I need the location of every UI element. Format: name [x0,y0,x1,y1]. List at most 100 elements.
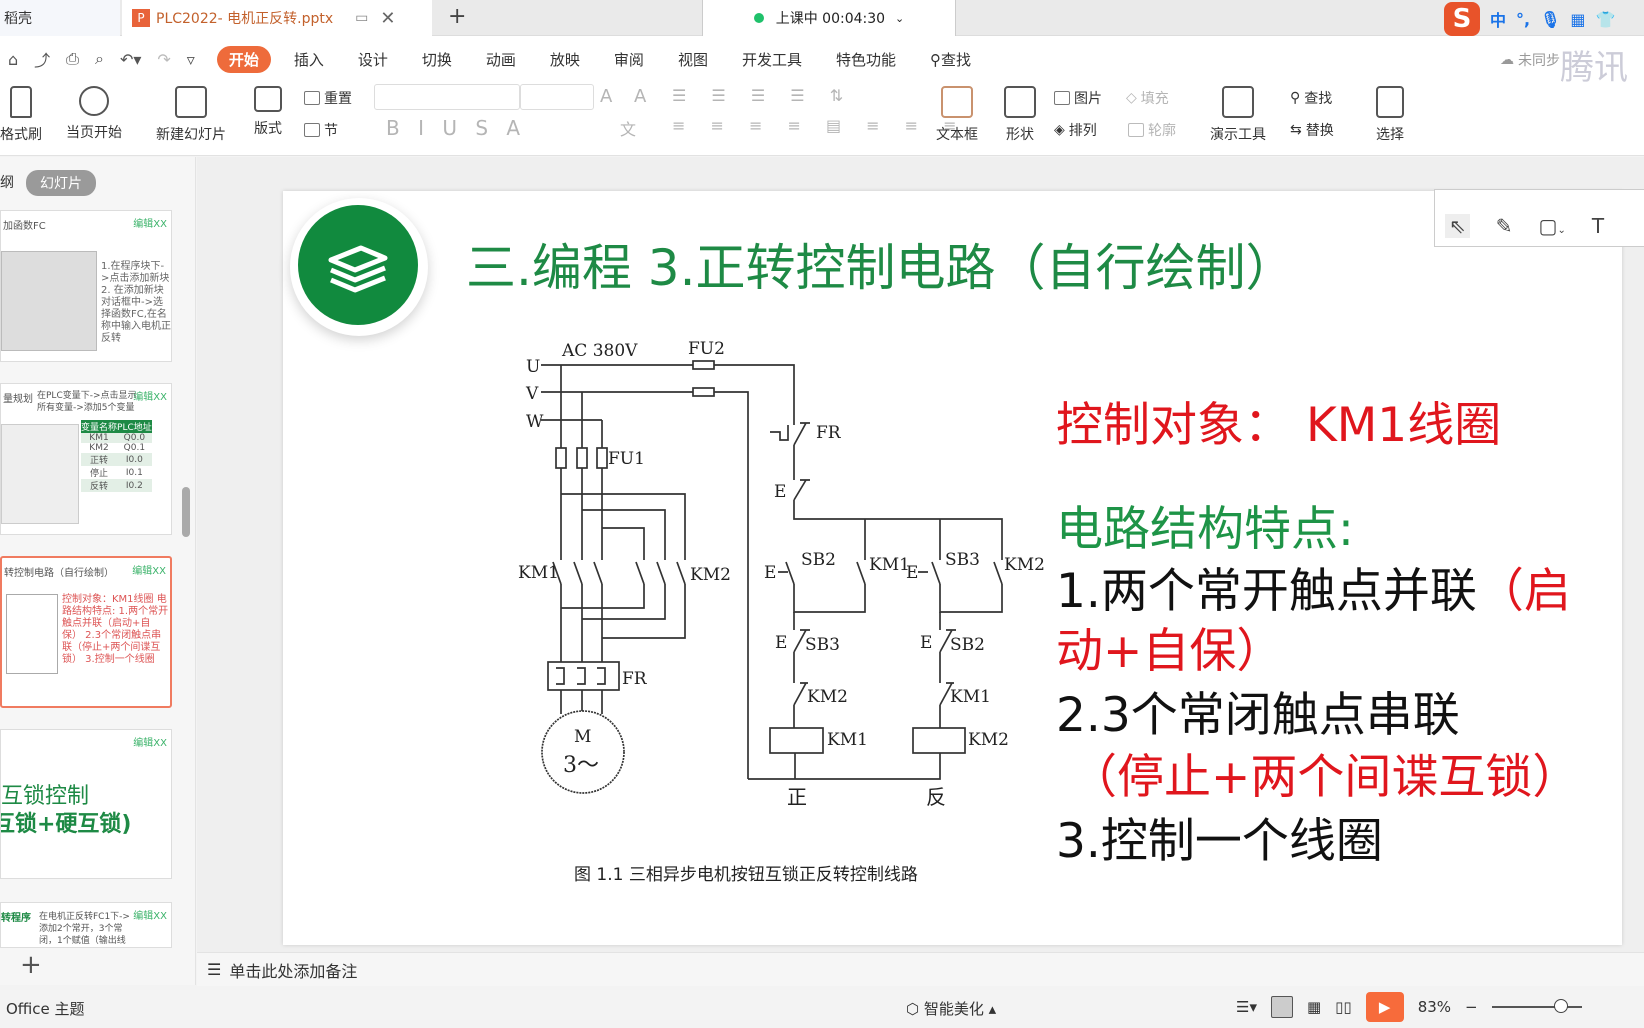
add-slide-button[interactable]: + [20,950,42,980]
tab-label: PLC2022- 电机正反转.pptx [156,11,334,27]
new-tab-button[interactable]: + [448,4,466,29]
features-heading[interactable]: 电路结构特点: [1056,500,1354,560]
thumb-body: 1.在程序块下->点击添加新块 2. 在添加新块对话框中->选择函数FC,在名称… [101,261,171,344]
find-button[interactable]: ⚲ 查找 [1290,88,1332,108]
slide-sorter-icon[interactable]: ▦ [1307,998,1321,1016]
slide-title[interactable]: 三.编程 3.正转控制电路（自行绘制） [466,228,1296,300]
shape-button[interactable]: 形状 [1004,86,1036,144]
menu-transition[interactable]: 切换 [422,49,452,70]
slide-thumbnail-1[interactable]: 编辑XX 加函数FC 1.在程序块下->点击添加新块 2. 在添加新块对话框中-… [0,210,172,362]
feature-1[interactable]: 1.两个常开触点并联（启 [1056,562,1571,622]
export-icon[interactable]: ⤴ [34,47,50,71]
format-painter-button[interactable]: 格式刷 [0,86,42,144]
save-icon[interactable]: ⌂ [8,50,18,69]
font-size-select[interactable] [520,84,594,110]
section-button[interactable]: 节 [304,120,338,140]
search-icon: ⚲ [1290,90,1301,106]
zoom-level[interactable]: 83% [1418,998,1451,1016]
thumb-body: 在PLC变量下->点击显示所有变量->添加5个变量 [37,391,137,413]
layout-button[interactable]: 版式 [254,86,282,138]
textbox-button[interactable]: 文本框 [936,86,978,144]
skin-icon[interactable]: 👕 [1596,10,1616,29]
thumb-watermark: 编辑XX [133,738,167,749]
phonetic-button[interactable]: 文 [620,116,636,140]
feature-3[interactable]: 3.控制一个线圈 [1056,812,1383,872]
font-style-buttons[interactable]: B I U S A [386,116,526,140]
play-current-button[interactable]: 当页开始 [66,86,122,142]
reset-button[interactable]: 重置 [304,88,352,108]
slide-thumbnail-2[interactable]: 编辑XX 量规划 在PLC变量下->点击显示所有变量->添加5个变量 变量名称 P… [0,383,172,535]
slide-thumbnail-3-selected[interactable]: 编辑XX 转控制电路（自行绘制） 控制对象：KM1线圈 电路结构特点: 1.两个… [0,556,172,708]
microphone-icon[interactable]: 🎙 [1540,10,1560,29]
td: I0.1 [125,467,143,478]
slide-thumbnail-5[interactable]: 编辑XX 转程序 在电机正反转FC1下->添加2个常开，3个常闭，1个赋值（输出… [0,902,172,948]
tab-slides[interactable]: 幻灯片 [26,170,96,196]
label: 排列 [1068,123,1097,139]
notes-toggle-icon[interactable]: ☰▾ [1236,998,1257,1016]
smart-beautify-button[interactable]: ⬡ 智能美化 ▴ [906,998,996,1019]
control-target-text[interactable]: 控制对象： KM1线圈 [1056,396,1501,456]
undo-icon[interactable]: ↶▾ [120,50,141,69]
slideshow-play-button[interactable]: ▶ [1365,992,1404,1022]
label-v: V [525,384,539,404]
keyboard-icon[interactable]: ▦ [1570,10,1585,29]
cloud-sync-status[interactable]: ☁ 未同步 [1500,50,1560,70]
books-logo-icon [298,205,418,325]
print-icon[interactable]: ⎙ [66,49,79,69]
slide-thumbnail-4[interactable]: 编辑XX 互锁控制 互锁+硬互锁) [0,729,172,879]
label: 形状 [1006,127,1034,143]
picture-button[interactable]: 图片 [1054,88,1102,108]
outline-button[interactable]: 轮廓 [1128,120,1176,140]
thumb-watermark: 编辑XX [133,911,167,922]
menu-search[interactable]: ⚲查找 [930,49,971,70]
menu-insert[interactable]: 插入 [294,49,324,70]
sidebar-scrollbar[interactable] [182,487,190,537]
label-e: E [906,563,918,583]
ribbon-menu: ⌂ ⤴ ⎙ ⌕ ↶▾ ↷ ▿ 开始 插入 设计 切换 动画 放映 审阅 视图 开… [0,44,988,74]
normal-view-button[interactable] [1270,996,1293,1018]
font-grow-icon[interactable]: A A [600,86,654,107]
arrange-button[interactable]: ◈ 排列 [1054,120,1097,140]
menu-slideshow[interactable]: 放映 [550,49,580,70]
reading-view-icon[interactable]: ▯▯ [1335,998,1352,1016]
menu-review[interactable]: 审阅 [614,49,644,70]
pointer-tool-icon[interactable]: ⇖ [1445,214,1470,238]
menu-design[interactable]: 设计 [358,49,388,70]
td: 反转 [90,482,109,492]
tab-document[interactable]: P PLC2022- 电机正反转.pptx ▭ ✕ [122,0,432,36]
ime-mode[interactable]: 中 [1490,7,1506,31]
select-button[interactable]: 选择 [1376,86,1404,144]
feature-1-note-cont[interactable]: 动+自保） [1056,622,1283,682]
feature-2[interactable]: 2.3个常闭触点串联 [1056,686,1460,746]
replace-button[interactable]: ⇆ 替换 [1290,120,1334,140]
menu-features[interactable]: 特色功能 [836,49,896,70]
zoom-out-button[interactable]: − [1465,998,1478,1016]
feature-2-note[interactable]: （停止+两个间谍互锁） [1070,748,1579,808]
tab-docer[interactable]: 稻壳 [0,0,120,36]
text-tool-icon[interactable]: T [1592,214,1604,238]
customize-icon[interactable]: ▿ [187,50,195,69]
select-icon [1376,86,1404,118]
presentation-tools-button[interactable]: 演示工具 [1210,86,1266,144]
preview-icon[interactable]: ⌕ [95,49,104,69]
close-tab-icon[interactable]: ✕ [380,8,395,29]
menu-animation[interactable]: 动画 [486,49,516,70]
notes-pane[interactable]: ☰ 单击此处添加备注 [197,952,1644,986]
pen-tool-icon[interactable]: ✎ [1496,214,1513,238]
class-timer[interactable]: 上课中 00:04:30 ⌄ [702,0,956,37]
new-slide-button[interactable]: 新建幻灯片 [156,86,226,144]
zoom-slider[interactable] [1491,999,1582,1013]
ime-punct[interactable]: °, [1516,10,1530,29]
font-family-select[interactable] [374,84,520,110]
tab-outline[interactable]: 纲 [0,172,14,192]
fill-button[interactable]: ◇ 填充 [1126,88,1169,108]
pin-icon[interactable]: ▭ [355,10,368,26]
redo-icon[interactable]: ↷ [157,50,170,69]
menu-developer[interactable]: 开发工具 [742,49,802,70]
menu-start[interactable]: 开始 [216,45,271,73]
label-fu2: FU2 [688,339,725,359]
menu-view[interactable]: 视图 [678,49,708,70]
search-label: 查找 [940,50,971,69]
rectangle-tool-icon[interactable]: ▢⌄ [1539,214,1566,238]
zoom-slider-knob[interactable] [1553,999,1568,1013]
